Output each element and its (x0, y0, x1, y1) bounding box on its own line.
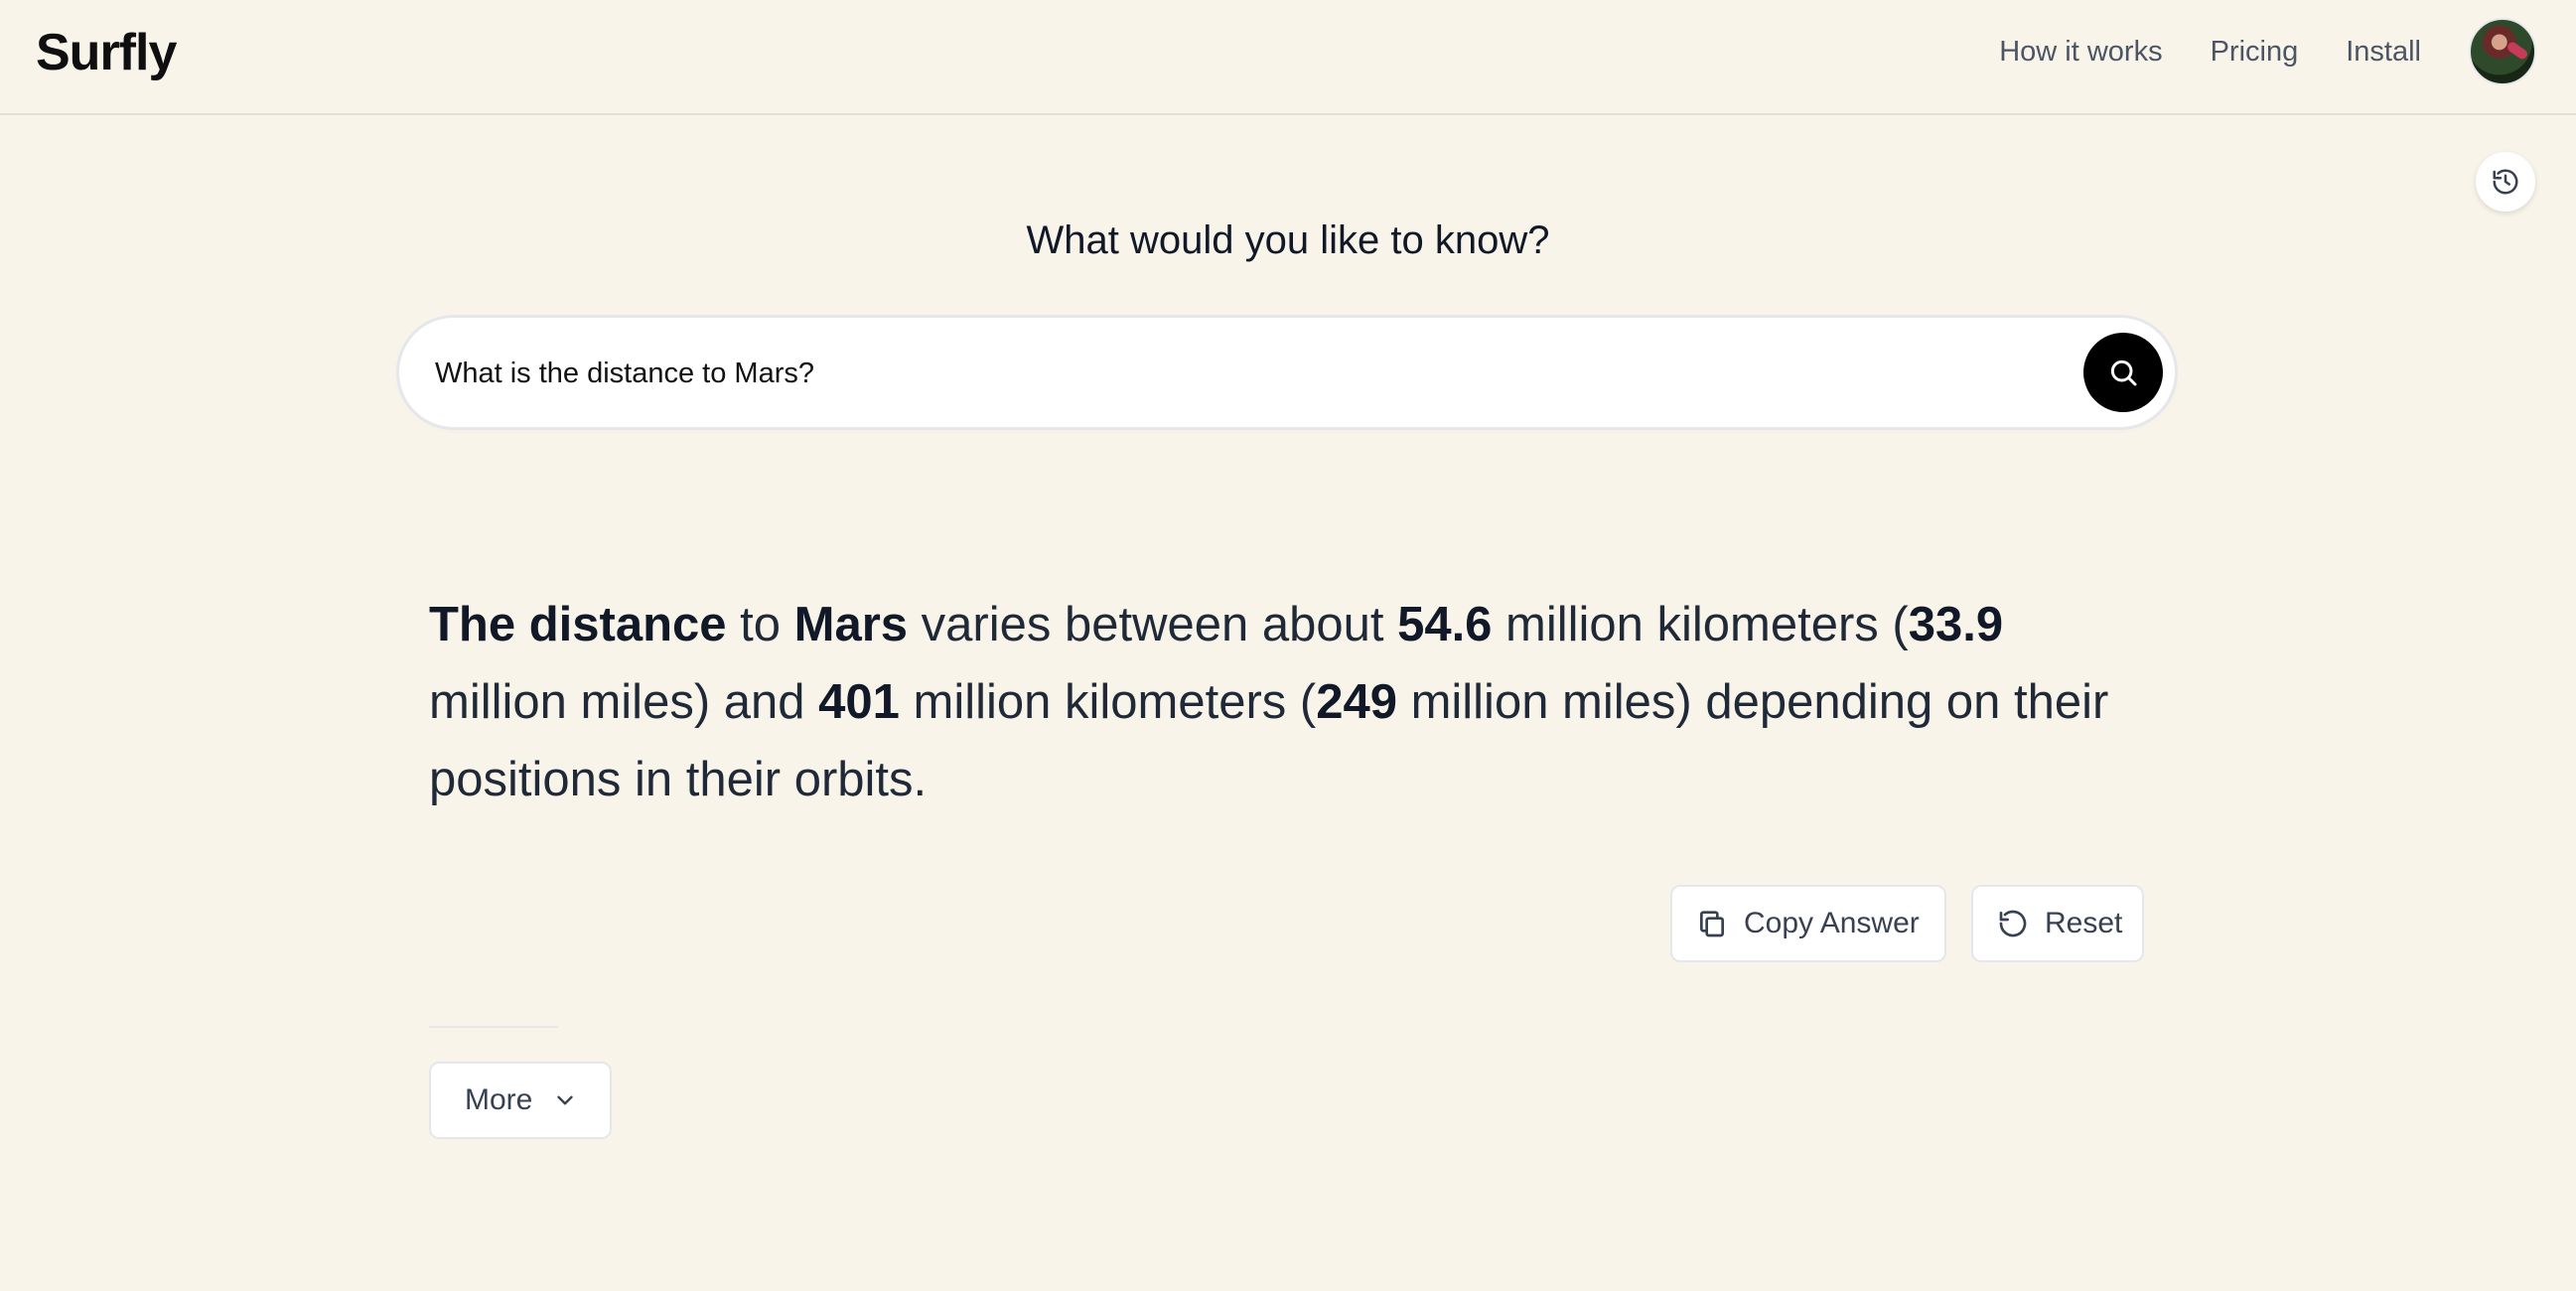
more-label: More (465, 1083, 533, 1116)
answer-text-part: million kilometers ( (1492, 598, 1909, 651)
copy-answer-button[interactable]: Copy Answer (1670, 885, 1946, 962)
answer-text-part: varies between about (908, 598, 1398, 651)
answer-text-part: to (726, 598, 794, 651)
user-avatar[interactable] (2469, 18, 2536, 85)
reset-button[interactable]: Reset (1971, 885, 2144, 962)
answer-text-part: million kilometers ( (899, 675, 1317, 729)
logo[interactable]: Surfly (36, 22, 177, 83)
answer-strong: The distance (429, 598, 727, 651)
nav-pricing[interactable]: Pricing (2211, 16, 2299, 87)
history-icon (2493, 169, 2518, 195)
answer-text-part: million miles) and (429, 675, 819, 729)
top-nav: How it works Pricing Install (1951, 16, 2536, 87)
search-input[interactable] (433, 318, 2026, 429)
copy-answer-label: Copy Answer (1744, 907, 1920, 939)
search-icon (2110, 359, 2137, 386)
answer-strong: 249 (1316, 675, 1397, 729)
chevron-down-icon (557, 1095, 574, 1105)
search-button[interactable] (2083, 333, 2163, 412)
answer-text: The distance to Mars varies between abou… (429, 586, 2137, 818)
history-button[interactable] (2476, 152, 2535, 212)
nav-install[interactable]: Install (2346, 16, 2421, 87)
answer-strong: 401 (818, 675, 900, 729)
search-bar (399, 318, 2175, 429)
nav-how-it-works[interactable]: How it works (1999, 16, 2162, 87)
reset-icon (1999, 910, 2027, 937)
copy-icon (1700, 911, 1724, 937)
answer-strong: 33.9 (1908, 598, 2004, 651)
page-title: What would you like to know? (1026, 218, 1550, 262)
answer-strong: 54.6 (1397, 598, 1493, 651)
section-divider (429, 1026, 558, 1028)
reset-label: Reset (2045, 907, 2123, 939)
top-header: Surfly How it works Pricing Install (0, 0, 2576, 115)
answer-strong: Mars (793, 598, 909, 651)
more-button[interactable]: More (429, 1062, 612, 1139)
